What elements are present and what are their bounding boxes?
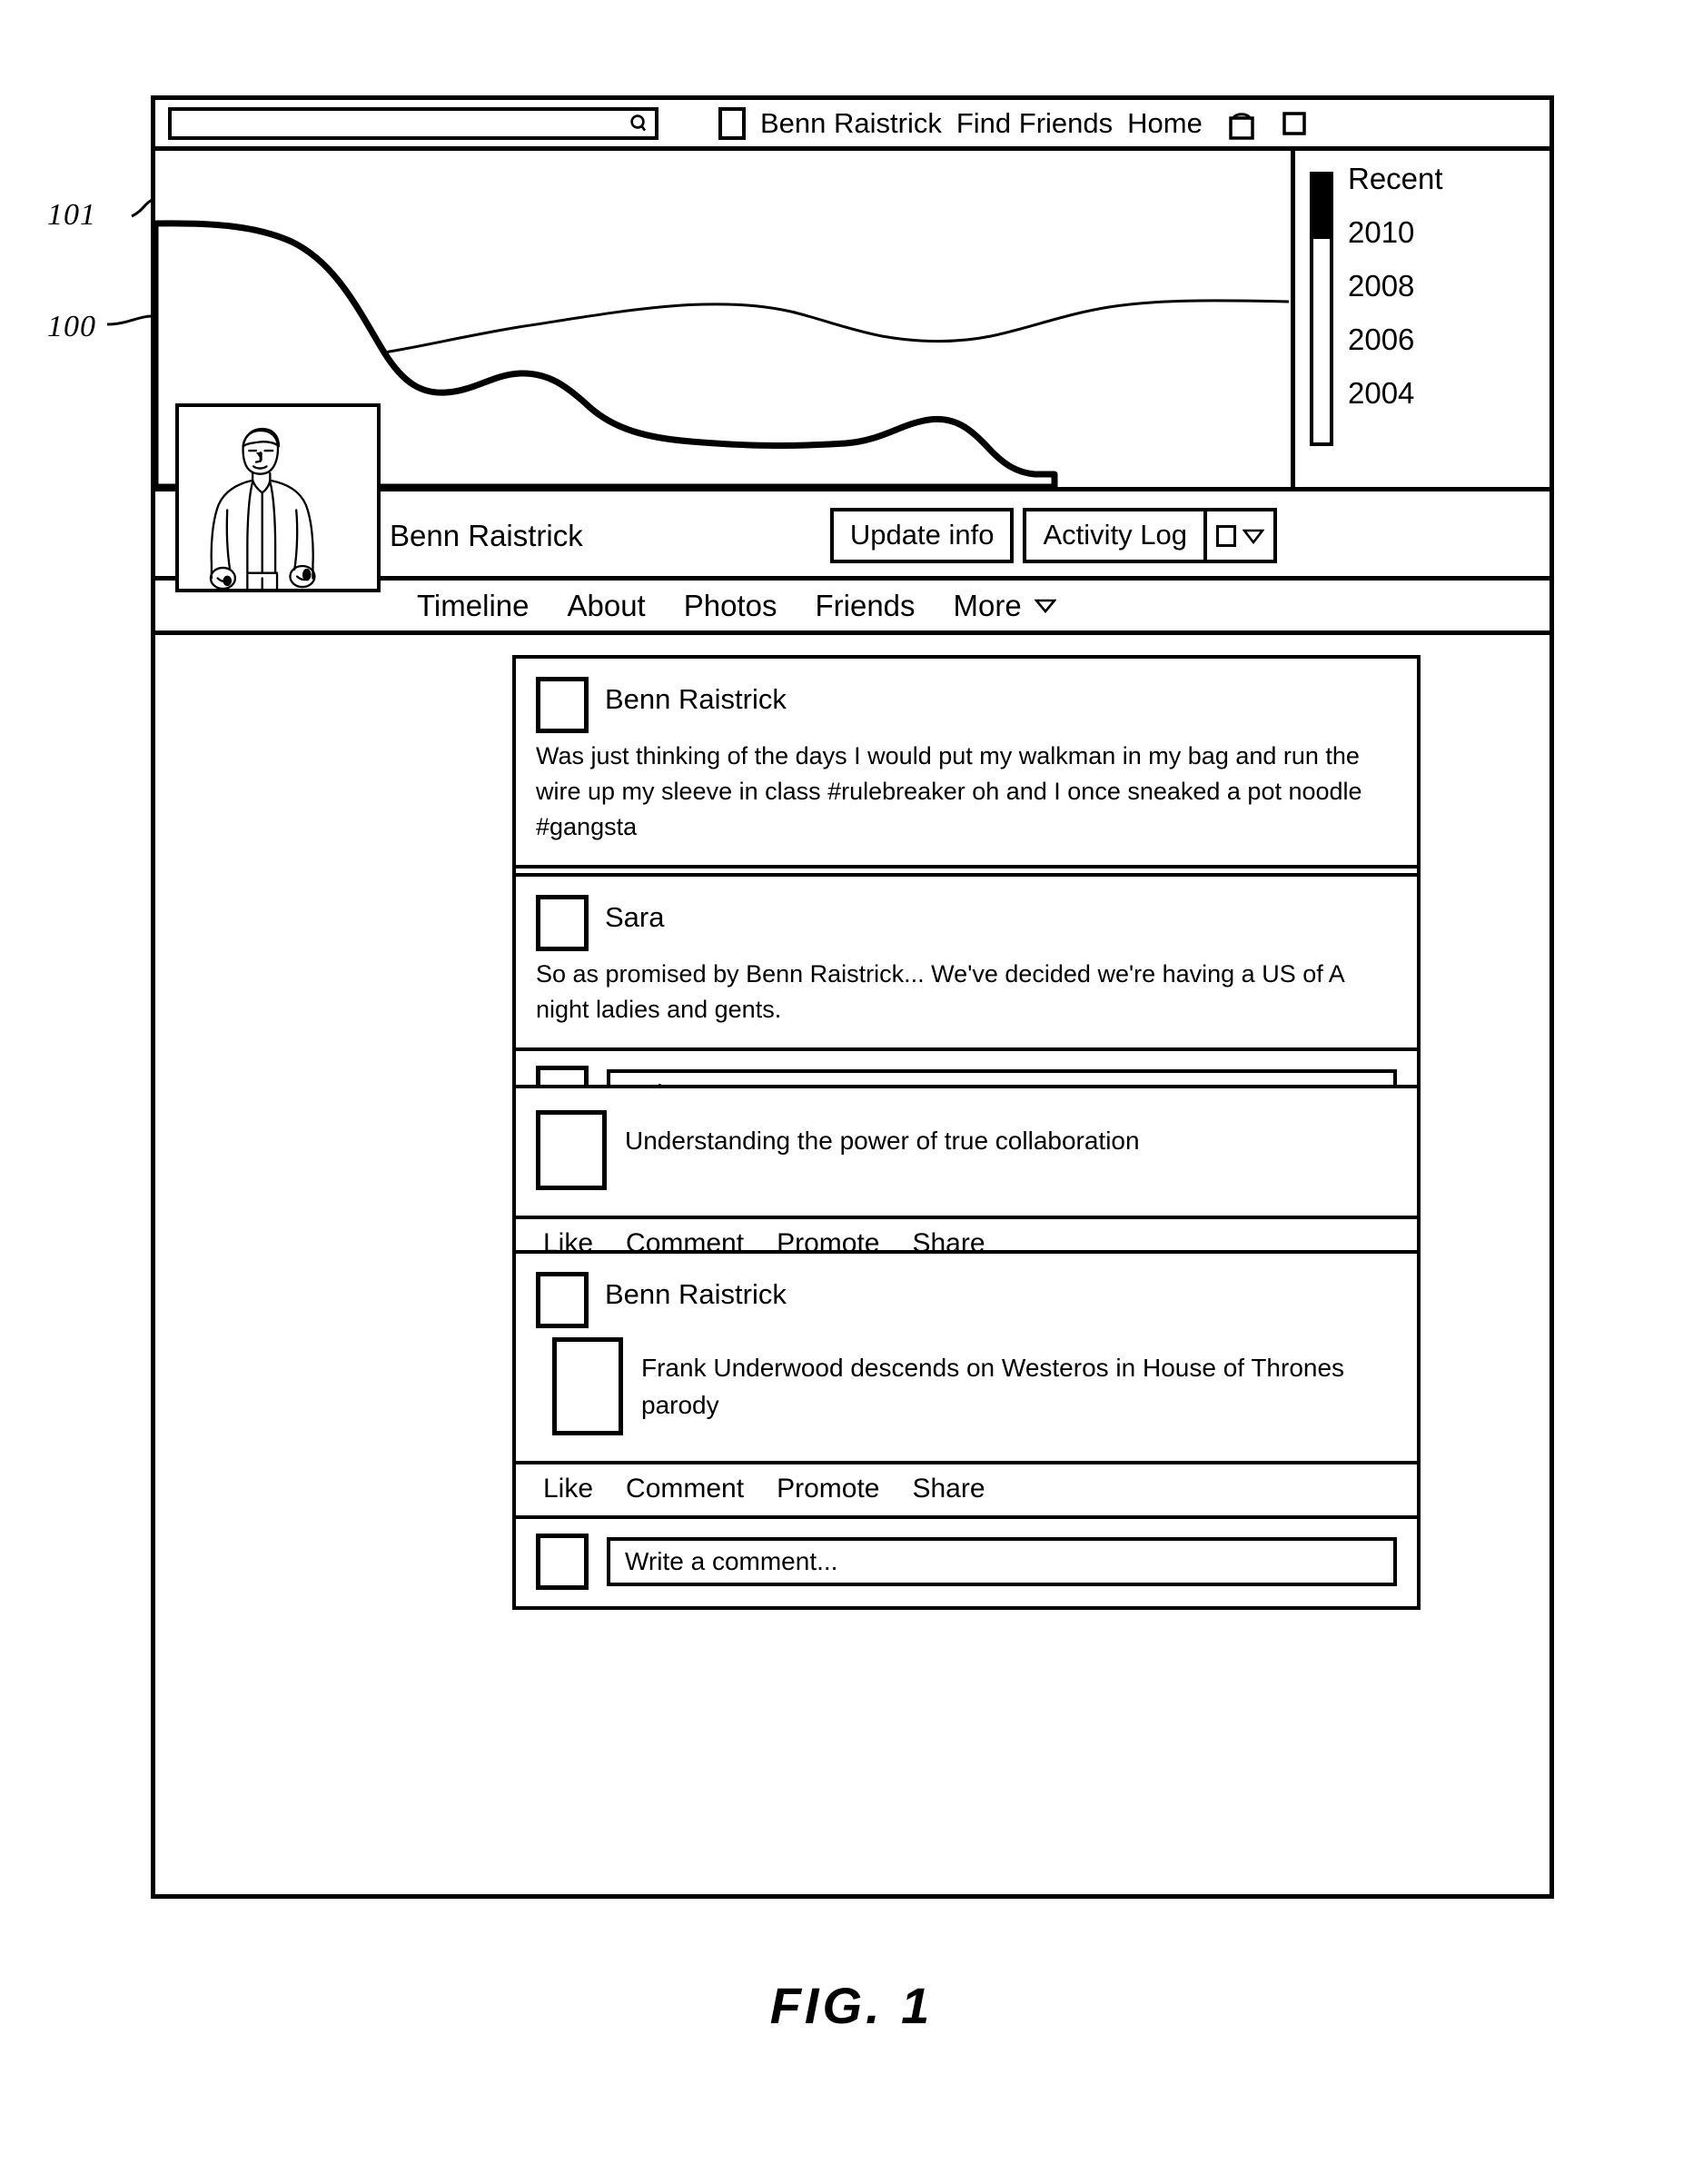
tab-timeline[interactable]: Timeline: [417, 591, 529, 620]
post-text: Was just thinking of the days I would pu…: [536, 742, 1362, 841]
tab-about[interactable]: About: [567, 591, 645, 620]
nav-link-home[interactable]: Home: [1127, 109, 1203, 137]
activity-log-group: Activity Log: [1023, 508, 1277, 563]
tab-timeline-label: Timeline: [417, 589, 530, 622]
tab-friends-label: Friends: [815, 589, 916, 622]
promote-button[interactable]: Promote: [777, 1475, 879, 1503]
year-item-2008[interactable]: 2008: [1348, 271, 1539, 301]
post-action-bar: Like Comment Promote Share: [516, 1461, 1417, 1515]
link-thumbnail[interactable]: [552, 1337, 623, 1435]
post-header: Benn Raistrick: [536, 1272, 1397, 1328]
comment-button[interactable]: Comment: [626, 1475, 744, 1503]
top-navigation-bar: Benn Raistrick Find Friends Home: [155, 100, 1550, 151]
year-item-2006[interactable]: 2006: [1348, 324, 1539, 354]
profile-action-buttons: Update info Activity Log: [829, 508, 1277, 563]
search-input[interactable]: [172, 109, 629, 137]
profile-photo[interactable]: [175, 403, 381, 592]
post-author[interactable]: Sara: [605, 895, 664, 933]
lock-icon[interactable]: [1226, 105, 1257, 142]
post-text: So as promised by Benn Raistrick... We'v…: [536, 960, 1344, 1024]
tab-photos[interactable]: Photos: [684, 591, 777, 620]
ref-numeral-101: 101: [47, 198, 96, 232]
post-author[interactable]: Benn Raistrick: [605, 677, 787, 715]
privacy-settings-button[interactable]: [1203, 511, 1273, 560]
comment-input-wrapper[interactable]: [607, 1537, 1397, 1586]
chevron-down-icon: [1243, 529, 1264, 544]
tab-friends[interactable]: Friends: [815, 591, 915, 620]
search-box[interactable]: [168, 106, 658, 140]
tab-more-label: More: [953, 589, 1022, 622]
tab-more[interactable]: More: [954, 591, 1056, 620]
post-body: Benn Raistrick Frank Underwood descends …: [516, 1254, 1417, 1461]
avatar[interactable]: [536, 1272, 589, 1328]
patent-figure: 101 100 102 102 102 103 103 103 Benn Rai…: [0, 0, 1703, 2184]
nav-link-profile[interactable]: Benn Raistrick: [760, 109, 942, 137]
year-item-2004[interactable]: 2004: [1348, 378, 1539, 408]
timeline-feed: Benn Raistrick Was just thinking of the …: [155, 635, 1550, 1887]
timeline-year-selector[interactable]: Recent 2010 2008 2006 2004: [1291, 151, 1550, 487]
window-icon[interactable]: [1281, 108, 1308, 139]
year-item-recent[interactable]: Recent: [1348, 164, 1539, 194]
avatar[interactable]: [536, 895, 589, 951]
tab-photos-label: Photos: [683, 589, 777, 622]
attachment-title[interactable]: Understanding the power of true collabor…: [625, 1110, 1140, 1160]
nav-link-find-friends[interactable]: Find Friends: [956, 109, 1113, 137]
year-list: Recent 2010 2008 2006 2004: [1348, 164, 1539, 432]
avatar[interactable]: [536, 677, 589, 733]
cover-photo-area[interactable]: Recent 2010 2008 2006 2004: [155, 151, 1550, 592]
ref-numeral-100: 100: [47, 310, 96, 343]
nav-right-group: Benn Raistrick Find Friends Home: [718, 105, 1308, 142]
profile-name: Benn Raistrick: [390, 519, 583, 552]
search-icon: [630, 114, 647, 131]
update-info-button[interactable]: Update info: [829, 508, 1015, 563]
post-body: Sara So as promised by Benn Raistrick...…: [516, 877, 1417, 1047]
comment-input[interactable]: [623, 1546, 1393, 1577]
post-header: Sara: [536, 895, 1397, 951]
post-attachment[interactable]: Understanding the power of true collabor…: [536, 1107, 1397, 1196]
year-scrollbar[interactable]: [1310, 172, 1333, 446]
privacy-square-icon: [1216, 524, 1236, 547]
share-button[interactable]: Share: [912, 1475, 985, 1503]
attachment-title[interactable]: Frank Underwood descends on Westeros in …: [641, 1337, 1397, 1424]
social-network-window: Benn Raistrick Find Friends Home Recent …: [151, 95, 1554, 1899]
link-thumbnail[interactable]: [536, 1110, 607, 1190]
feed-post: Understanding the power of true collabor…: [512, 1085, 1421, 1274]
profile-thumbnail-icon[interactable]: [718, 106, 746, 140]
post-body: Benn Raistrick Was just thinking of the …: [516, 659, 1417, 865]
activity-log-button[interactable]: Activity Log: [1026, 511, 1203, 560]
year-scrollbar-thumb[interactable]: [1313, 175, 1330, 239]
post-attachment[interactable]: Frank Underwood descends on Westeros in …: [536, 1334, 1397, 1441]
post-author[interactable]: Benn Raistrick: [605, 1272, 787, 1310]
profile-photo-person-illustration: [209, 427, 316, 589]
figure-caption: FIG. 1: [769, 1977, 934, 2034]
post-body: Understanding the power of true collabor…: [516, 1088, 1417, 1216]
comment-composer: [516, 1515, 1417, 1606]
year-item-2010[interactable]: 2010: [1348, 217, 1539, 247]
feed-post: Benn Raistrick Frank Underwood descends …: [512, 1250, 1421, 1610]
avatar[interactable]: [536, 1534, 589, 1590]
tab-about-label: About: [567, 589, 646, 622]
post-header: Benn Raistrick: [536, 677, 1397, 733]
like-button[interactable]: Like: [543, 1475, 593, 1503]
chevron-down-icon: [1034, 599, 1056, 613]
